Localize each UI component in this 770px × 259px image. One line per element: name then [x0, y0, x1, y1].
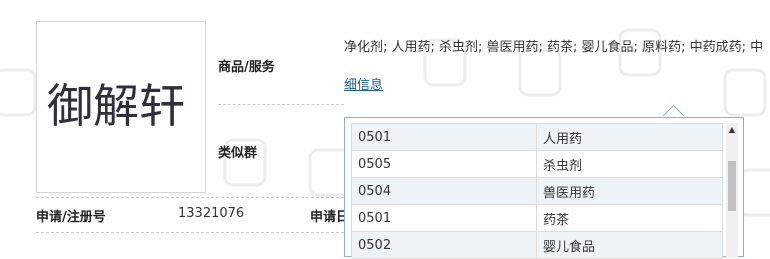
- group-code-cell: 0502: [351, 231, 537, 259]
- scrollbar-thumb[interactable]: [728, 161, 736, 211]
- group-code-cell: 0501: [351, 204, 537, 232]
- group-name-cell: 杀虫剂: [536, 150, 723, 178]
- group-name-cell: 兽医用药: [536, 177, 723, 205]
- goods-services-label: 商品/服务: [218, 60, 275, 75]
- table-row: 0501 药茶: [351, 204, 723, 232]
- application-date-label: 申请日: [310, 210, 344, 225]
- divider: [36, 197, 344, 198]
- similar-group-label: 类似群: [218, 146, 258, 161]
- group-code-cell: 0505: [351, 150, 537, 178]
- trademark-image: 御解轩: [36, 21, 206, 193]
- table-row: 0502 婴儿食品: [351, 231, 723, 259]
- scroll-up-arrow-icon[interactable]: ▲: [726, 125, 738, 135]
- registration-number-value: 13321076: [178, 206, 245, 221]
- table-row: 0505 杀虫剂: [351, 150, 723, 178]
- group-name-cell: 药茶: [536, 204, 723, 232]
- table-row: 0504 兽医用药: [351, 177, 723, 205]
- divider: [36, 232, 344, 233]
- table-row: 0501 人用药: [351, 123, 723, 151]
- trademark-logo-text: 御解轩: [47, 79, 185, 133]
- group-code-cell: 0504: [351, 177, 537, 205]
- similar-group-popover: 0501 人用药 0505 杀虫剂 0504 兽医用药 0501 药茶 0502…: [344, 117, 744, 259]
- popover-scrollbar[interactable]: ▲: [726, 123, 738, 258]
- detail-info-link[interactable]: 细信息: [344, 74, 383, 93]
- similar-group-table: 0501 人用药 0505 杀虫剂 0504 兽医用药 0501 药茶 0502…: [351, 123, 723, 259]
- divider: [218, 104, 344, 105]
- group-name-cell: 人用药: [536, 123, 723, 151]
- group-name-cell: 婴儿食品: [536, 231, 723, 259]
- group-code-cell: 0501: [351, 123, 537, 151]
- registration-number-label: 申请/注册号: [36, 210, 106, 225]
- goods-services-value: 净化剂; 人用药; 杀虫剂; 兽医用药; 药茶; 婴儿食品; 原料药; 中药成药…: [344, 40, 764, 55]
